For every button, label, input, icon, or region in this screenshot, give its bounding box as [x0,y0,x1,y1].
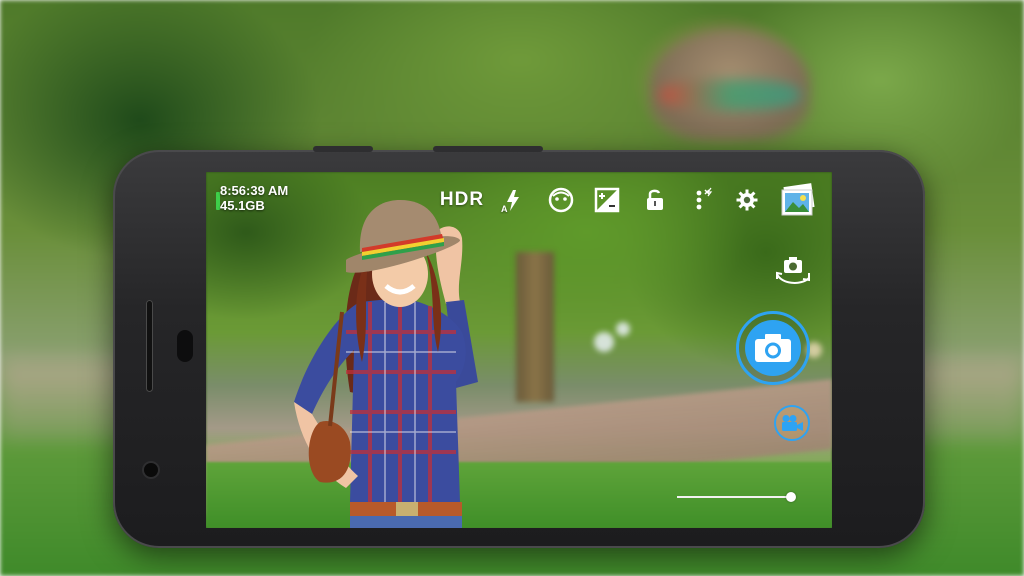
power-button [433,146,543,152]
clock-time: 8:56:39 AM [220,183,289,198]
camera-screen: 8:56:39 AM 45.1GB HDR A [206,172,832,528]
svg-text:A: A [501,204,508,214]
flash-auto-icon[interactable]: A [498,180,528,220]
video-mode-button[interactable] [774,405,810,441]
more-options-icon[interactable] [690,180,714,220]
gallery-icon[interactable] [778,180,818,220]
hdr-toggle[interactable]: HDR [437,180,487,220]
front-camera [144,463,158,477]
settings-icon[interactable] [734,180,760,220]
shutter-button[interactable] [736,311,810,385]
video-camera-icon [782,415,803,431]
zoom-slider[interactable] [677,492,796,502]
earpiece-speaker [146,300,153,392]
switch-camera-icon[interactable] [771,254,815,288]
subject-photo [294,200,478,528]
proximity-sensor [177,330,193,362]
volume-button [313,146,373,152]
face-detect-icon[interactable] [546,180,576,220]
storage-free: 45.1GB [220,198,265,213]
zoom-slider-handle[interactable] [785,492,796,502]
status-readout: 8:56:39 AM 45.1GB [220,183,288,213]
lock-icon[interactable] [642,180,668,220]
phone-frame: 8:56:39 AM 45.1GB HDR A [113,146,925,548]
camera-icon [755,334,791,362]
exposure-icon[interactable] [592,180,622,220]
